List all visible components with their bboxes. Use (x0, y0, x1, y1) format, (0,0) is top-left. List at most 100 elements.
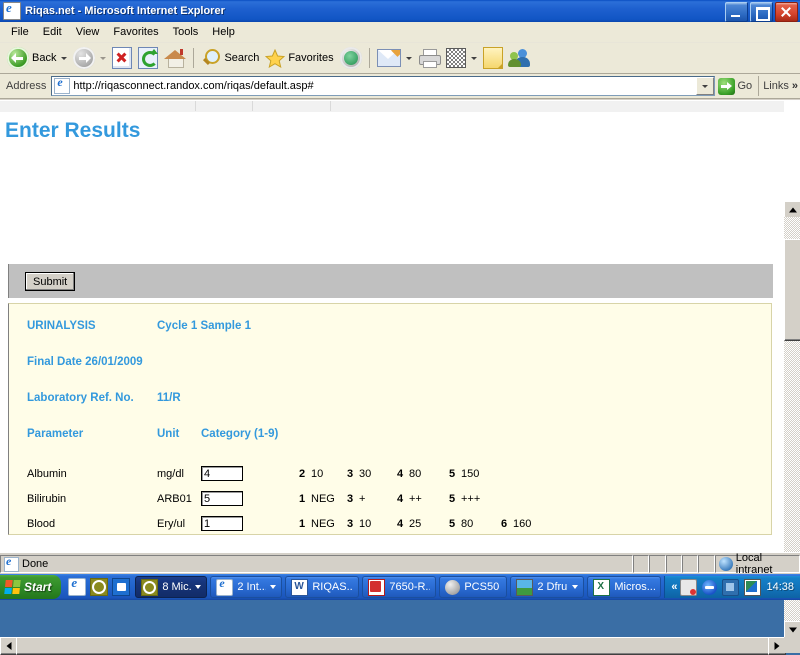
messenger-button[interactable] (506, 46, 534, 70)
taskbar-clock[interactable]: 14:38 (766, 581, 794, 593)
quick-launch-outlook-icon[interactable] (112, 578, 131, 596)
favorites-button[interactable]: Favorites (262, 46, 336, 70)
tray-expand-chevron-icon[interactable]: « (671, 581, 677, 593)
back-button[interactable]: Back (4, 46, 70, 70)
edit-button[interactable] (443, 46, 480, 70)
category-value: ++ (409, 493, 422, 505)
taskbar-button[interactable]: 8 Mic... (135, 576, 208, 598)
menu-item-favorites[interactable]: Favorites (106, 24, 165, 40)
go-button[interactable]: Go (715, 77, 759, 95)
menu-item-tools[interactable]: Tools (166, 24, 206, 40)
stop-button[interactable] (109, 46, 135, 70)
category-value: +++ (461, 493, 481, 505)
media-button[interactable] (337, 46, 365, 70)
taskbar: Start 8 Mic... 2 Int... RIQAS... 7650-R... P… (0, 574, 800, 600)
address-dropdown-button[interactable] (695, 77, 714, 95)
links-bar[interactable]: Links » (758, 76, 800, 96)
start-button[interactable]: Start (0, 575, 62, 599)
links-chevron-icon[interactable]: » (792, 80, 798, 92)
menu-item-view[interactable]: View (69, 24, 107, 40)
pdf-icon (368, 578, 386, 596)
taskbar-button[interactable]: 2 Int... (210, 576, 283, 598)
vertical-scroll-thumb[interactable] (784, 239, 800, 341)
security-zone-label: Local intranet (735, 552, 773, 576)
forward-button[interactable] (70, 46, 109, 70)
refresh-button[interactable] (135, 46, 161, 70)
forward-arrow-icon (73, 47, 96, 69)
quick-launch-clock-icon[interactable] (90, 578, 109, 596)
links-label: Links (763, 80, 789, 92)
back-dropdown-caret-icon[interactable] (61, 56, 68, 60)
scrollbar-corner (784, 637, 800, 653)
star-icon (265, 48, 286, 68)
maximize-restore-button[interactable] (750, 2, 773, 22)
column-header-parameter: Parameter (27, 428, 84, 440)
taskbar-group-caret-icon[interactable] (195, 585, 202, 589)
submit-button[interactable]: Submit (25, 272, 76, 291)
favorites-button-label: Favorites (288, 52, 334, 64)
horizontal-scroll-thumb[interactable] (16, 637, 770, 655)
mail-dropdown-caret-icon[interactable] (405, 56, 412, 60)
tray-app-icon-2[interactable] (744, 578, 762, 596)
mail-button[interactable] (374, 46, 415, 70)
edit-dropdown-caret-icon[interactable] (470, 56, 477, 60)
parameter-unit: mg/dl (157, 468, 184, 480)
toolbar-separator (193, 48, 195, 68)
menu-item-file[interactable]: File (4, 24, 36, 40)
address-label: Address (6, 80, 47, 92)
messenger-people-icon (507, 48, 531, 68)
taskbar-group-caret-icon[interactable] (572, 585, 579, 589)
window-icon (3, 2, 21, 20)
result-input[interactable] (201, 491, 243, 506)
xls-icon (593, 578, 611, 596)
volume-icon[interactable] (702, 579, 718, 595)
category-number: 3 (347, 468, 354, 480)
window-controls (725, 2, 798, 22)
category-value: 80 (461, 518, 474, 530)
column-header-category: Category (1-9) (201, 428, 279, 440)
taskbar-button[interactable]: 2 Dfrun (510, 576, 585, 598)
menu-item-help[interactable]: Help (205, 24, 242, 40)
status-ie-icon (4, 554, 19, 572)
minimize-button[interactable] (725, 2, 748, 22)
final-date: Final Date 26/01/2009 (27, 356, 143, 368)
home-button[interactable] (161, 46, 189, 70)
printer-icon (418, 49, 441, 68)
taskbar-button-label: RIQAS... (312, 581, 354, 593)
result-input[interactable] (201, 516, 243, 531)
result-input[interactable] (201, 466, 243, 481)
window-title: Riqas.net - Microsoft Internet Explorer (25, 5, 225, 17)
category-value: + (359, 493, 366, 505)
browser-window: Riqas.net - Microsoft Internet Explorer … (0, 0, 800, 655)
menu-item-edit[interactable]: Edit (36, 24, 69, 40)
edit-icon (445, 48, 466, 68)
mail-icon (376, 49, 401, 67)
tray-app-icon[interactable] (722, 578, 740, 596)
horizontal-scrollbar[interactable] (0, 637, 786, 655)
stop-icon (112, 47, 133, 69)
address-input[interactable]: http://riqasconnect.randox.com/riqas/def… (51, 75, 715, 96)
page-title: Enter Results (5, 119, 141, 142)
taskbar-button[interactable]: Micros... (587, 576, 662, 598)
print-button[interactable] (415, 46, 443, 70)
security-zone-panel: Local intranet (714, 552, 800, 576)
clock-icon (141, 578, 159, 596)
category-value: 160 (513, 518, 532, 530)
taskbar-group-caret-icon[interactable] (270, 585, 277, 589)
network-status-icon[interactable] (680, 578, 698, 596)
taskbar-button[interactable]: RIQAS... (285, 576, 360, 598)
close-button[interactable] (775, 2, 798, 22)
page-top-strip (0, 101, 784, 112)
taskbar-button[interactable]: PCS50 (439, 576, 508, 598)
word-icon (291, 578, 309, 596)
taskbar-button[interactable]: 7650-R... (362, 576, 437, 598)
quick-launch-ie-icon[interactable] (68, 575, 87, 596)
category-number: 3 (347, 518, 354, 530)
forward-dropdown-caret-icon[interactable] (100, 56, 107, 60)
taskbar-button-label: PCS50 (464, 581, 500, 593)
notes-button[interactable] (480, 46, 506, 70)
search-button[interactable]: Search (198, 46, 262, 70)
category-number: 5 (449, 468, 456, 480)
go-arrow-icon (717, 77, 735, 95)
submit-bar: Submit (8, 264, 773, 298)
